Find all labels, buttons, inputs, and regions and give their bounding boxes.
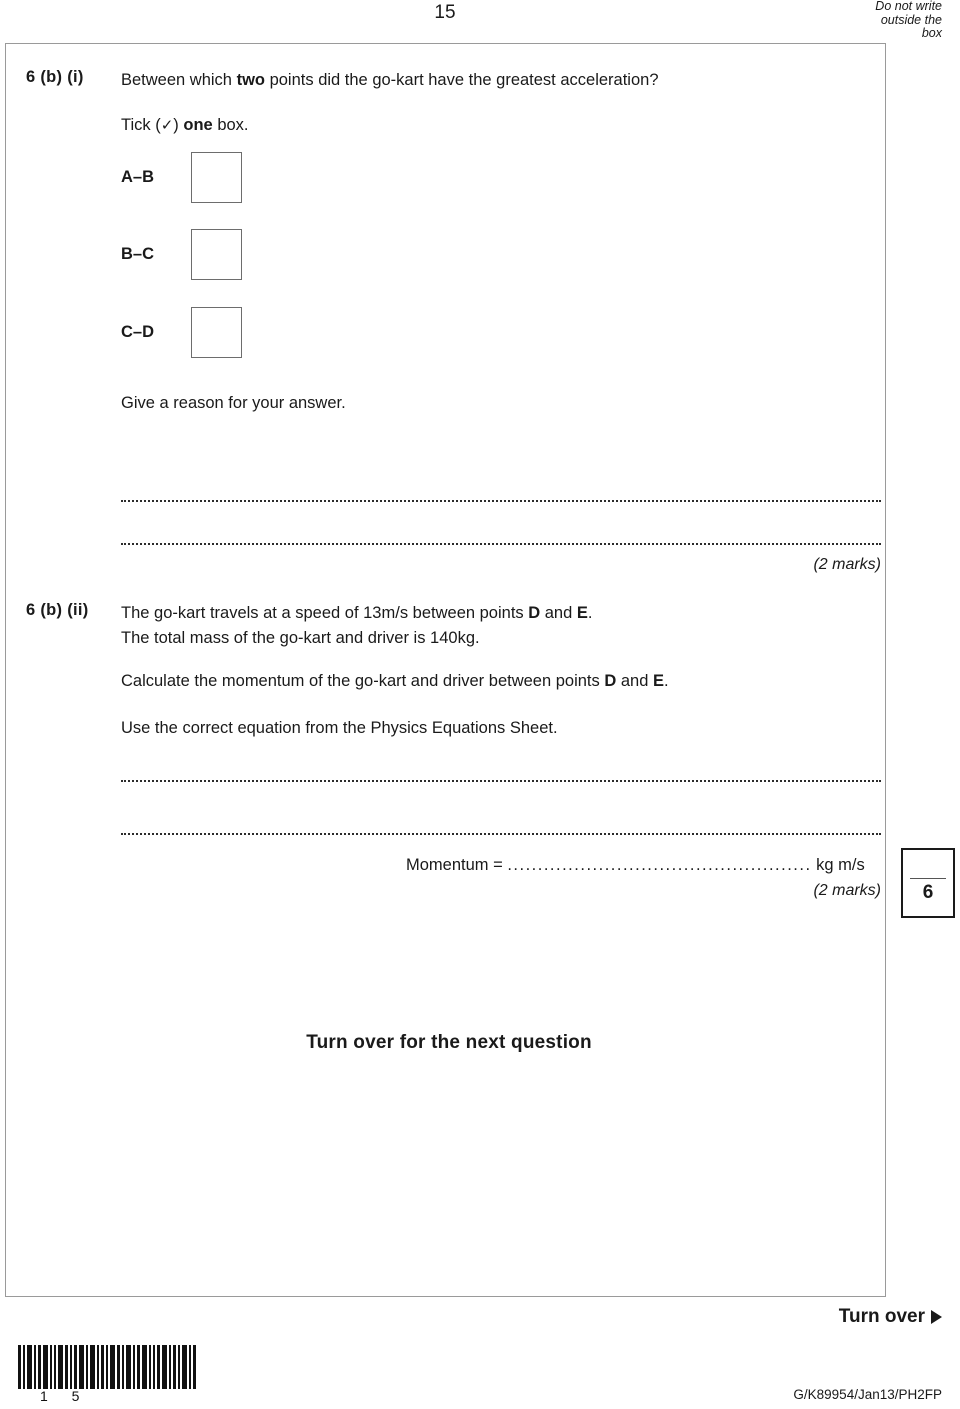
option-row-c-d: C–D (121, 307, 242, 358)
tick-one-box-instruction: Tick (✓) one box. (121, 116, 249, 135)
turn-over-next-question-note: Turn over for the next question (306, 1032, 592, 1053)
tick-mid: ) (173, 116, 184, 134)
question-6bii-number: 6 (b) (ii) (26, 601, 89, 619)
question-6bii-line-2: The total mass of the go-kart and driver… (121, 626, 592, 651)
question-6bii-line-1: The go-kart travels at a speed of 13m/s … (121, 601, 592, 626)
give-reason-prompt: Give a reason for your answer. (121, 394, 346, 412)
answer-line-1[interactable] (121, 484, 881, 502)
document-reference-code: G/K89954/Jan13/PH2FP (793, 1387, 942, 1402)
notice-line-3: box (921, 26, 942, 40)
line1-mid: between points (408, 604, 529, 622)
answer-line-2[interactable] (121, 527, 881, 545)
point-d: D (528, 604, 541, 622)
line2-pre: The total mass of the go-kart and driver… (121, 629, 458, 647)
mark-box-total: 6 (922, 882, 934, 903)
working-line-2[interactable] (121, 817, 881, 835)
momentum-label: Momentum = (406, 856, 503, 874)
momentum-answer-dots[interactable]: ........................................… (507, 856, 811, 874)
notice-line-2: outside the (880, 12, 942, 27)
question-6bii: 6 (b) (ii) The go-kart travels at a spee… (26, 601, 592, 651)
checkbox-b-c[interactable] (191, 229, 242, 280)
calc-and: and (616, 672, 653, 690)
point-e: E (576, 604, 588, 622)
question-6bi: 6 (b) (i) Between which two points did t… (26, 68, 659, 93)
page-number: 15 (434, 2, 456, 23)
working-line-1[interactable] (121, 764, 881, 782)
line2-end: . (475, 629, 480, 647)
question-6bii-body: The go-kart travels at a speed of 13m/s … (121, 601, 592, 651)
prompt-post: points did the go-kart have the greatest… (265, 71, 659, 89)
answer-area-box: 6 (b) (i) Between which two points did t… (5, 43, 886, 1297)
checkbox-a-b[interactable] (191, 152, 242, 203)
tick-pre: Tick ( (121, 116, 161, 134)
prompt-pre: Between which (121, 71, 237, 89)
equation-sheet-note: Use the correct equation from the Physic… (121, 719, 558, 737)
line1-unit: m/s (381, 604, 409, 622)
do-not-write-outside-box-notice: Do not write outside the box (792, 0, 942, 41)
question-mark-total-box: 6 (901, 848, 955, 918)
barcode-icon (18, 1345, 198, 1389)
turn-over-footer: Turn over (839, 1306, 942, 1328)
tick-emphasis: one (183, 116, 213, 134)
checkbox-c-d[interactable] (191, 307, 242, 358)
question-6bi-number: 6 (b) (i) (26, 68, 84, 86)
marks-6bii: (2 marks) (813, 882, 881, 899)
notice-line-1: Do not write (875, 0, 942, 13)
momentum-unit: kg m/s (816, 856, 865, 874)
option-label-a-b: A–B (121, 168, 155, 186)
momentum-answer-field: Momentum = .............................… (406, 856, 865, 875)
mark-box-divider (910, 878, 946, 879)
turn-over-label: Turn over (838, 1306, 925, 1327)
calc-end: . (663, 672, 669, 690)
prompt-emphasis: two (236, 71, 265, 89)
option-label-c-d: C–D (121, 323, 155, 341)
tick-post: box. (212, 116, 249, 134)
barcode-area: 1 5 (18, 1345, 198, 1404)
line2-unit: kg (457, 629, 476, 647)
line1-and: and (540, 604, 577, 622)
calc-point-d: D (604, 672, 617, 690)
option-row-b-c: B–C (121, 229, 242, 280)
barcode-digits: 1 5 (40, 1388, 90, 1404)
option-label-b-c: B–C (121, 245, 155, 263)
marks-6bi: (2 marks) (813, 556, 881, 573)
line1-end: . (587, 604, 593, 622)
calculate-momentum-instruction: Calculate the momentum of the go-kart an… (121, 669, 669, 694)
triangle-right-icon (931, 1310, 942, 1324)
check-mark-icon: ✓ (160, 117, 174, 134)
question-6bi-prompt: Between which two points did the go-kart… (121, 68, 659, 93)
calc-pre: Calculate the momentum of the go-kart an… (121, 672, 605, 690)
option-row-a-b: A–B (121, 152, 242, 203)
calc-point-e: E (652, 672, 664, 690)
line1-pre: The go-kart travels at a speed of 13 (121, 604, 382, 622)
